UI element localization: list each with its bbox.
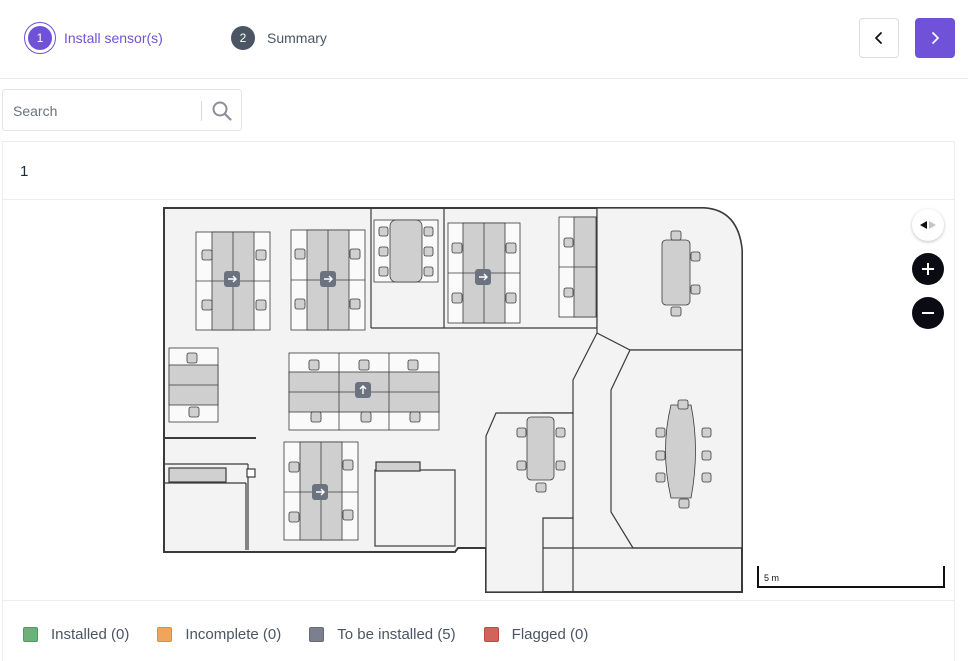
active-step-ring: 1 (24, 22, 56, 54)
divider (3, 600, 954, 601)
search-divider (201, 101, 202, 121)
legend-label: Installed (0) (51, 626, 130, 643)
scale-bar: 5 m (757, 566, 945, 588)
step-number: 2 (231, 26, 255, 50)
zoom-out-button[interactable] (912, 297, 944, 329)
chevron-right-icon (932, 32, 939, 44)
floor-title: 1 (20, 163, 29, 180)
status-legend: Installed (0) Incomplete (0) To be insta… (23, 626, 616, 643)
search-icon[interactable] (211, 100, 233, 122)
search-input[interactable] (13, 100, 198, 122)
step-label: Summary (267, 30, 327, 46)
legend-label: Incomplete (0) (185, 626, 282, 643)
zoom-in-button[interactable] (912, 253, 944, 285)
compass-button[interactable] (912, 209, 944, 241)
step-label: Install sensor(s) (64, 30, 163, 46)
step-number: 1 (28, 26, 52, 50)
step-summary[interactable]: 2 Summary (231, 24, 327, 52)
legend-flagged: Flagged (0) (483, 626, 589, 643)
floor-panel: 1 5 m Installed (0) Incomplete (0) To be… (2, 141, 955, 661)
sensor-marker[interactable] (224, 271, 240, 287)
sensor-marker[interactable] (475, 269, 491, 285)
step-install-sensors[interactable]: 1 Install sensor(s) (24, 22, 163, 54)
installed-swatch (23, 627, 38, 642)
next-button[interactable] (915, 18, 955, 58)
to-be-installed-swatch (309, 627, 325, 642)
search-box (2, 89, 242, 131)
floor-plan-map[interactable] (3, 200, 954, 600)
scale-label: 5 m (764, 573, 780, 583)
previous-button[interactable] (859, 18, 899, 58)
legend-installed: Installed (0) (23, 626, 129, 643)
legend-incomplete: Incomplete (0) (157, 626, 281, 643)
compass-icon (920, 221, 936, 229)
legend-to-be-installed: To be installed (5) (309, 626, 456, 643)
legend-label: To be installed (5) (337, 626, 456, 643)
incomplete-swatch (157, 627, 173, 642)
sensor-marker[interactable] (320, 271, 336, 287)
wizard-header: 1 Install sensor(s) 2 Summary (0, 0, 968, 79)
flagged-swatch (483, 627, 499, 642)
sensor-marker[interactable] (312, 484, 328, 500)
sensor-marker[interactable] (355, 382, 371, 398)
chevron-left-icon (875, 32, 882, 44)
plus-icon (922, 263, 934, 275)
minus-icon (922, 312, 934, 314)
legend-label: Flagged (0) (511, 626, 589, 643)
